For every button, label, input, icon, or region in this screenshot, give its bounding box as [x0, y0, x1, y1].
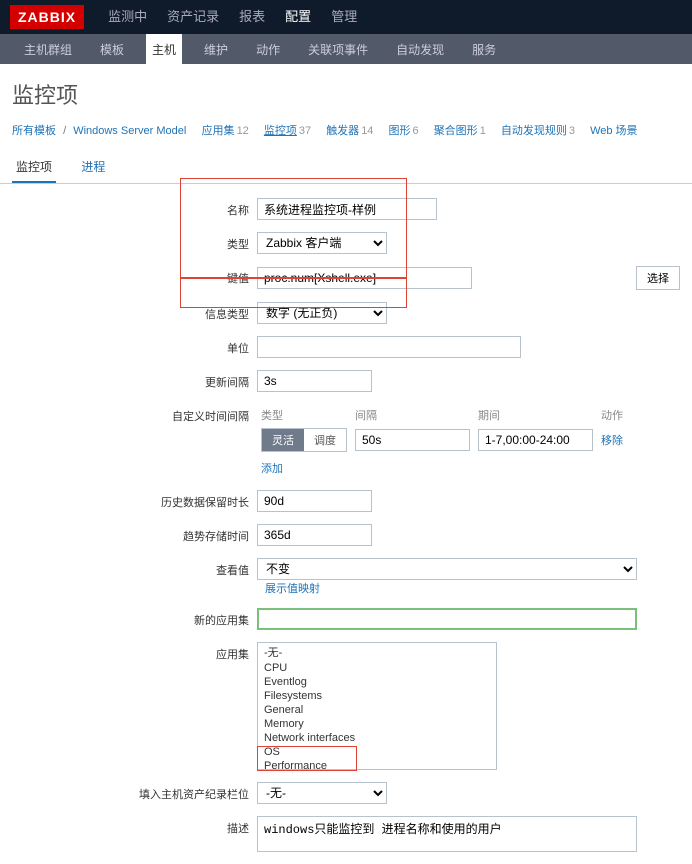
crumb-items-count: 37 [299, 125, 311, 137]
appset-option[interactable]: -无- [258, 643, 496, 661]
type-select[interactable]: Zabbix 客户端 [257, 232, 387, 254]
nav2-service[interactable]: 服务 [466, 34, 502, 65]
ci-remove-button[interactable]: 移除 [601, 432, 623, 448]
crumb-discovery[interactable]: 自动发现规则 [501, 125, 567, 137]
label-desc: 描述 [12, 816, 257, 836]
brand-logo: ZABBIX [10, 5, 84, 29]
appset-option[interactable]: OS [258, 745, 496, 759]
tabs: 监控项 进程 [0, 152, 692, 184]
appset-listbox[interactable]: -无- CPU Eventlog Filesystems General Mem… [257, 642, 497, 770]
update-interval-input[interactable] [257, 370, 372, 392]
breadcrumb: 所有模板 / Windows Server Model 应用集12 监控项37 … [0, 122, 692, 152]
label-unit: 单位 [12, 336, 257, 356]
crumb-items[interactable]: 监控项 [264, 125, 297, 137]
crumb-discovery-count: 3 [569, 125, 575, 137]
appset-option[interactable]: Filesystems [258, 689, 496, 703]
nav2-maintenance[interactable]: 维护 [198, 34, 234, 65]
nav2-discovery[interactable]: 自动发现 [390, 34, 450, 65]
nav2-action[interactable]: 动作 [250, 34, 286, 65]
crumb-trigger[interactable]: 触发器 [326, 125, 359, 137]
nav1-admin[interactable]: 管理 [331, 0, 357, 34]
name-input[interactable] [257, 198, 437, 220]
ci-interval-input[interactable] [355, 429, 470, 451]
nav2-correlate[interactable]: 关联项事件 [302, 34, 374, 65]
nav2-template[interactable]: 模板 [94, 34, 130, 65]
ci-seg-flexible[interactable]: 灵活 [262, 429, 304, 451]
tab-process[interactable]: 进程 [77, 152, 109, 183]
appset-option[interactable]: Network interfaces [258, 731, 496, 745]
appset-option[interactable]: Memory [258, 717, 496, 731]
appset-option[interactable]: Eventlog [258, 675, 496, 689]
ci-period-input[interactable] [478, 429, 593, 451]
appset-option[interactable]: CPU [258, 661, 496, 675]
ci-add-button[interactable]: 添加 [261, 460, 283, 476]
nav1-monitor[interactable]: 监测中 [108, 0, 147, 34]
nav1-config[interactable]: 配置 [285, 0, 311, 34]
highlight-box-1 [180, 178, 407, 278]
label-custom-interval: 自定义时间间隔 [12, 404, 257, 424]
ci-head-interval: 间隔 [351, 404, 474, 426]
crumb-screen[interactable]: 聚合图形 [434, 125, 478, 137]
page-title: 监控项 [0, 64, 692, 122]
subnav: 主机群组 模板 主机 维护 动作 关联项事件 自动发现 服务 [0, 34, 692, 64]
tab-item[interactable]: 监控项 [12, 152, 56, 183]
ci-type-segment: 灵活 调度 [261, 428, 347, 452]
custom-interval-table: 类型 间隔 期间 动作 灵活 调度 移除 添加 [257, 404, 653, 478]
crumb-all-tpl[interactable]: 所有模板 [12, 125, 56, 137]
inventory-select[interactable]: -无- [257, 782, 387, 804]
key-input[interactable] [257, 267, 472, 289]
label-key: 键值 [12, 266, 257, 286]
newapp-input[interactable] [257, 608, 637, 630]
appset-option[interactable]: Performance [258, 759, 496, 770]
history-input[interactable] [257, 490, 372, 512]
nav1-inventory[interactable]: 资产记录 [167, 0, 219, 34]
ci-head-type: 类型 [257, 404, 351, 426]
label-newapp: 新的应用集 [12, 608, 257, 628]
crumb-trigger-count: 14 [361, 125, 373, 137]
infotype-select[interactable]: 数字 (无正负) [257, 302, 387, 324]
label-appset: 应用集 [12, 642, 257, 662]
nav2-host[interactable]: 主机 [146, 34, 182, 65]
appset-option[interactable]: General [258, 703, 496, 717]
ci-head-action: 动作 [597, 404, 653, 426]
ci-seg-schedule[interactable]: 调度 [304, 429, 346, 451]
crumb-graph-count: 6 [413, 125, 419, 137]
label-history: 历史数据保留时长 [12, 490, 257, 510]
description-textarea[interactable] [257, 816, 637, 852]
nav1-report[interactable]: 报表 [239, 0, 265, 34]
key-select-button[interactable]: 选择 [636, 266, 680, 290]
crumb-sep: / [63, 125, 66, 137]
label-update: 更新间隔 [12, 370, 257, 390]
crumb-app[interactable]: 应用集 [202, 125, 235, 137]
label-showvalue: 查看值 [12, 558, 257, 578]
trend-input[interactable] [257, 524, 372, 546]
label-type: 类型 [12, 232, 257, 252]
label-infotype: 信息类型 [12, 302, 257, 322]
crumb-web[interactable]: Web 场景 [590, 125, 637, 137]
item-form: 名称 类型 Zabbix 客户端 键值 选择 信息类型 数字 (无正负) 单位 … [0, 184, 692, 852]
crumb-app-count: 12 [237, 125, 249, 137]
ci-head-period: 期间 [474, 404, 597, 426]
showvalue-select[interactable]: 不变 [257, 558, 637, 580]
label-trend: 趋势存储时间 [12, 524, 257, 544]
crumb-screen-count: 1 [480, 125, 486, 137]
label-inventory: 填入主机资产纪录栏位 [12, 782, 257, 802]
top-bar: ZABBIX 监测中 资产记录 报表 配置 管理 [0, 0, 692, 34]
nav2-hostgroup[interactable]: 主机群组 [18, 34, 78, 65]
label-name: 名称 [12, 198, 257, 218]
crumb-graph[interactable]: 图形 [389, 125, 411, 137]
showvalue-link[interactable]: 展示值映射 [265, 580, 320, 596]
unit-input[interactable] [257, 336, 521, 358]
crumb-model[interactable]: Windows Server Model [73, 125, 186, 137]
